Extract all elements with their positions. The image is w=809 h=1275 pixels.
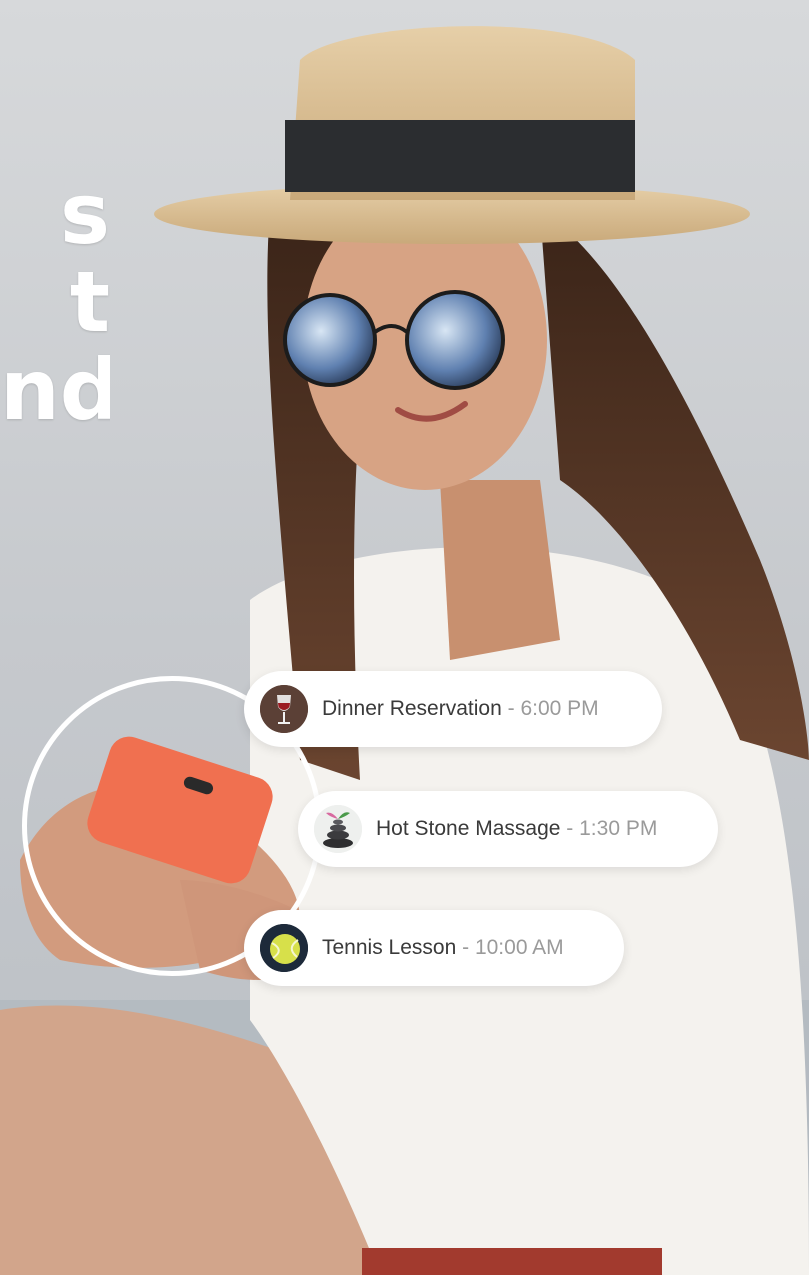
hero-photo (0, 0, 809, 1275)
headline-line: t (69, 253, 110, 351)
headline: s t nd (0, 170, 110, 434)
schedule-item-time: 6:00 PM (520, 697, 599, 720)
tennis-ball-icon (260, 924, 308, 972)
schedule-item-separator: - (507, 697, 515, 720)
schedule-item-tennis-lesson[interactable]: Tennis Lesson - 10:00 AM (244, 910, 624, 986)
schedule-item-hot-stone-massage[interactable]: Hot Stone Massage - 1:30 PM (298, 791, 718, 867)
schedule-item-separator: - (462, 936, 470, 959)
spa-stones-icon (314, 805, 362, 853)
schedule-item-name: Hot Stone Massage (376, 817, 561, 840)
headline-line: s (60, 170, 110, 263)
schedule-item-time: 10:00 AM (474, 936, 564, 959)
schedule-item-name: Tennis Lesson (322, 936, 457, 959)
headline-line: nd (0, 341, 110, 434)
wine-glass-icon (260, 685, 308, 733)
schedule-item-dinner-reservation[interactable]: Dinner Reservation - 6:00 PM (244, 671, 662, 747)
schedule-item-name: Dinner Reservation (322, 697, 502, 720)
schedule-item-time: 1:30 PM (579, 817, 658, 840)
schedule-item-separator: - (566, 817, 574, 840)
